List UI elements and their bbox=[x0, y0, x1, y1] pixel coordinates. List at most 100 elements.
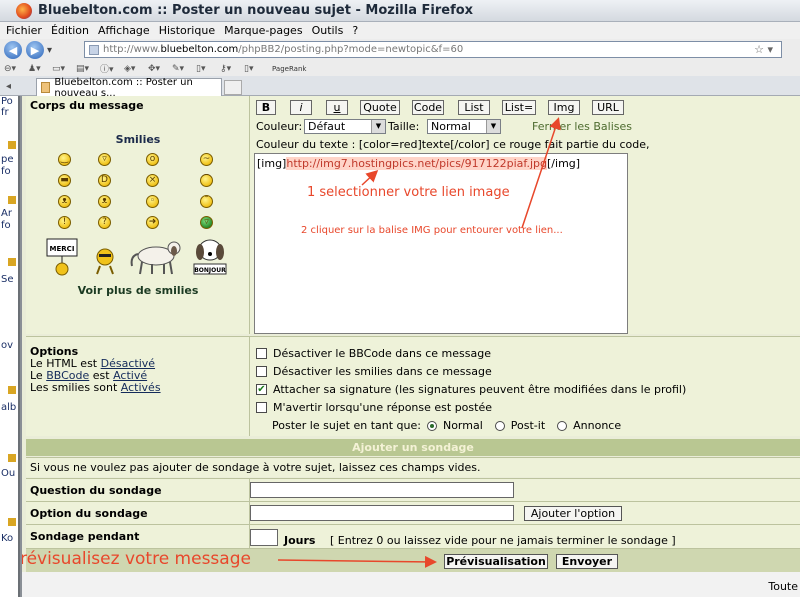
text-img-close: [/img] bbox=[547, 157, 581, 170]
add-option-button[interactable]: Ajouter l'option bbox=[524, 506, 622, 521]
days-label: Jours bbox=[284, 534, 316, 547]
back-icon[interactable]: ◀ bbox=[4, 41, 22, 59]
checkbox[interactable] bbox=[256, 348, 267, 359]
menu-historique[interactable]: Historique bbox=[159, 24, 215, 37]
sidebar-folder-icon bbox=[8, 258, 16, 266]
smiley-rolleyes-icon[interactable]: ◦ bbox=[146, 195, 159, 208]
poll-option-input[interactable] bbox=[250, 505, 514, 521]
underline-button[interactable]: u bbox=[326, 100, 348, 115]
smiley-green-icon[interactable]: ▿ bbox=[200, 216, 213, 229]
checkbox[interactable] bbox=[256, 402, 267, 413]
bookmark-star-icon[interactable]: ☆ ▾ bbox=[754, 43, 773, 56]
poll-option-label: Option du sondage bbox=[26, 501, 250, 524]
sidebar-fragment[interactable]: Se bbox=[1, 274, 14, 285]
poll-duration-input[interactable] bbox=[250, 529, 278, 546]
smiley-wink-icon[interactable]: ˘ bbox=[200, 195, 213, 208]
message-textarea[interactable]: [img]http://img7.hostingpics.net/pics/91… bbox=[254, 153, 628, 334]
smiley-merci-icon[interactable]: MERCI bbox=[46, 237, 78, 276]
user-icon[interactable]: ♟▾ bbox=[28, 63, 50, 74]
smiley-exclaim-icon[interactable]: ! bbox=[58, 216, 71, 229]
checkbox[interactable] bbox=[256, 366, 267, 377]
sidebar-fragment[interactable]: alb bbox=[1, 402, 16, 413]
smiley-shock-icon[interactable]: o bbox=[146, 153, 159, 166]
checkbox-label: Désactiver les smilies dans ce message bbox=[273, 365, 492, 378]
poll-question-input[interactable] bbox=[250, 482, 514, 498]
info-icon[interactable]: ⓘ▾ bbox=[100, 63, 122, 75]
option-disable-bbcode[interactable]: Désactiver le BBCode dans ce message bbox=[256, 347, 491, 360]
smiley-twisted-icon[interactable]: ᴥ bbox=[98, 195, 111, 208]
option-attach-signature[interactable]: ✔ Attacher sa signature (les signatures p… bbox=[256, 383, 686, 396]
menu-outils[interactable]: Outils bbox=[312, 24, 344, 37]
option-disable-smilies[interactable]: Désactiver les smilies dans ce message bbox=[256, 365, 492, 378]
smiley-evil-icon[interactable]: ᴥ bbox=[58, 195, 71, 208]
list-ordered-button[interactable]: List= bbox=[502, 100, 536, 115]
sidebar-fragment[interactable]: Ou bbox=[1, 468, 15, 479]
radio-annonce[interactable] bbox=[557, 420, 568, 431]
smiley-angry-icon[interactable]: × bbox=[146, 174, 159, 187]
smiley-sad-icon[interactable]: ⌒ bbox=[200, 174, 213, 187]
smiley-smile-icon[interactable]: ‿ bbox=[58, 153, 71, 166]
code-button[interactable]: Code bbox=[412, 100, 444, 115]
sidebar-fragment[interactable]: Po bbox=[1, 96, 13, 107]
sidebar-fragment[interactable]: ov bbox=[1, 340, 13, 351]
radio-postit[interactable] bbox=[494, 420, 505, 431]
poll-duration-cell: Jours [ Entrez 0 ou laissez vide pour ne… bbox=[250, 524, 800, 548]
smilies-status-link[interactable]: Activés bbox=[121, 381, 161, 394]
stop-icon[interactable]: ⊖▾ bbox=[4, 63, 26, 74]
options-label-cell: Options Le HTML est Désactivé Le BBCode … bbox=[26, 336, 250, 436]
address-bar[interactable]: http://www. bluebelton.com/phpBB2/posting… bbox=[84, 41, 782, 58]
checkbox-checked[interactable]: ✔ bbox=[256, 384, 267, 395]
wrench-icon[interactable]: ✎▾ bbox=[172, 63, 194, 74]
send-button[interactable]: Envoyer bbox=[556, 554, 618, 569]
smiley-confused-icon[interactable]: ~ bbox=[200, 153, 213, 166]
tab-posting[interactable]: Bluebelton.com :: Poster un nouveau s... bbox=[36, 77, 222, 99]
italic-button[interactable]: i bbox=[290, 100, 312, 115]
sidebar-fragment[interactable]: Ar bbox=[1, 208, 12, 219]
checkbox-label: Désactiver le BBCode dans ce message bbox=[273, 347, 491, 360]
chevron-down-icon: ▼ bbox=[486, 120, 500, 133]
new-tab-button[interactable] bbox=[224, 80, 242, 95]
preview-button[interactable]: Prévisualisation bbox=[444, 554, 548, 569]
folder-icon[interactable]: ▭▾ bbox=[52, 63, 74, 74]
history-dropdown-icon[interactable]: ▾ bbox=[47, 45, 52, 56]
resize-icon[interactable]: ✥▾ bbox=[148, 63, 170, 74]
smiley-laugh-icon[interactable]: D bbox=[98, 174, 111, 187]
menu-help[interactable]: ? bbox=[352, 24, 358, 37]
smiley-arrow-icon[interactable]: ➜ bbox=[146, 216, 159, 229]
list-button[interactable]: List bbox=[458, 100, 490, 115]
smiley-walking-icon[interactable] bbox=[92, 246, 118, 276]
menu-marque-pages[interactable]: Marque-pages bbox=[224, 24, 302, 37]
sidebar-fragment[interactable]: fo bbox=[1, 220, 11, 231]
quote-button[interactable]: Quote bbox=[360, 100, 400, 115]
dog-setter-icon[interactable] bbox=[126, 236, 184, 276]
color-select[interactable]: Défaut ▼ bbox=[304, 119, 386, 134]
bold-button[interactable]: B bbox=[256, 100, 276, 115]
close-tags-link[interactable]: Fermer les Balises bbox=[532, 120, 632, 133]
smiley-grin-icon[interactable]: ▿ bbox=[98, 153, 111, 166]
size-select[interactable]: Normal ▼ bbox=[427, 119, 501, 134]
smiley-cool-icon[interactable]: ▬ bbox=[58, 174, 71, 187]
more-smilies-link[interactable]: Voir plus de smilies bbox=[26, 284, 250, 297]
text-img-open: [img] bbox=[257, 157, 287, 170]
menu-fichier[interactable]: Fichier bbox=[6, 24, 42, 37]
message-label-cell: Corps du message Smilies ‿ ▿ o ~ ▬ D × ⌒… bbox=[26, 96, 250, 334]
sidebar-fragment[interactable]: fr bbox=[1, 107, 9, 118]
menu-edition[interactable]: Édition bbox=[51, 24, 89, 37]
key-icon[interactable]: ⚷▾ bbox=[220, 63, 242, 74]
url-button[interactable]: URL bbox=[592, 100, 624, 115]
forward-icon[interactable]: ▶ bbox=[26, 41, 44, 59]
dog-bonjour-icon[interactable]: BONJOUR bbox=[190, 236, 230, 278]
sidebar-fragment[interactable]: pe bbox=[1, 154, 14, 165]
cube-icon[interactable]: ◈▾ bbox=[124, 63, 146, 74]
img-button[interactable]: Img bbox=[548, 100, 580, 115]
window-icon[interactable]: ▤▾ bbox=[76, 63, 98, 74]
tab-scroll-left-icon[interactable]: ◂ bbox=[6, 81, 11, 92]
smiley-question-icon[interactable]: ? bbox=[98, 216, 111, 229]
sidebar-fragment[interactable]: Ko bbox=[1, 533, 13, 544]
option-notify-reply[interactable]: M'avertir lorsqu'une réponse est postée bbox=[256, 401, 492, 414]
radio-normal[interactable] bbox=[426, 420, 437, 431]
page-icon-2[interactable]: ▯▾ bbox=[196, 63, 218, 74]
menu-affichage[interactable]: Affichage bbox=[98, 24, 150, 37]
sidebar-fragment[interactable]: fo bbox=[1, 166, 11, 177]
document-icon[interactable]: ▯▾ bbox=[244, 63, 266, 74]
